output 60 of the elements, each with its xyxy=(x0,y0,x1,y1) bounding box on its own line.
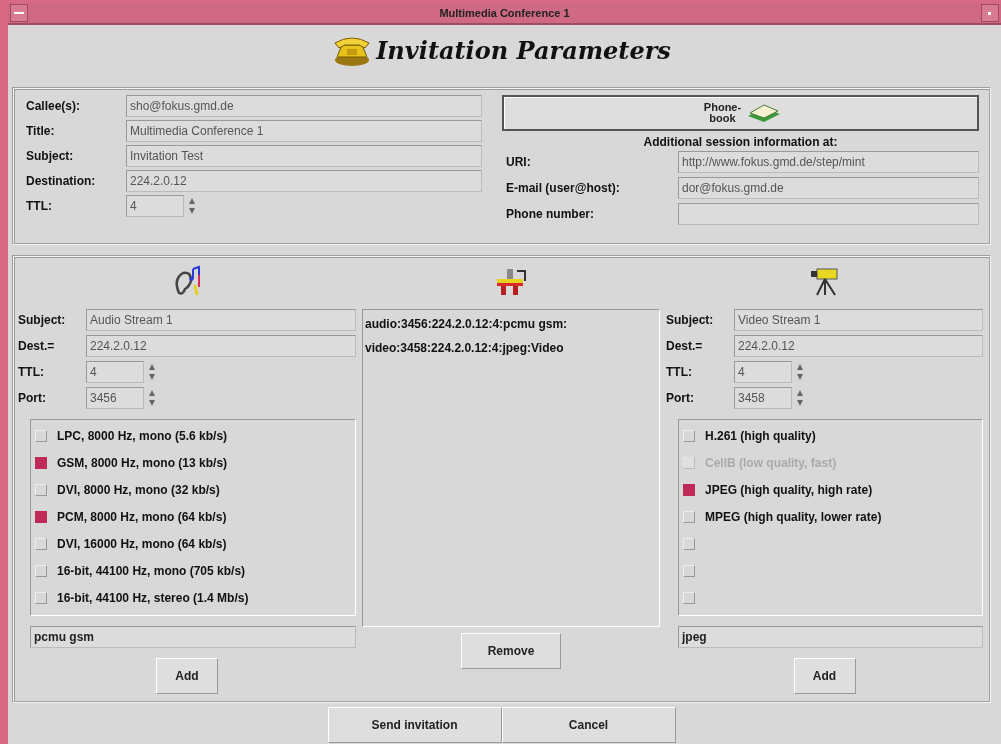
window-title: Multimedia Conference 1 xyxy=(439,7,570,19)
codec-label: PCM, 8000 Hz, mono (64 kb/s) xyxy=(57,509,227,524)
codec-label: GSM, 8000 Hz, mono (13 kb/s) xyxy=(57,455,228,470)
input-field[interactable]: 4 xyxy=(126,195,184,217)
input-field[interactable]: Multimedia Conference 1 xyxy=(126,120,482,142)
input-field[interactable]: Video Stream 1 xyxy=(734,309,983,331)
field-label: E-mail (user@host): xyxy=(506,181,621,195)
field-label: Subject: xyxy=(18,313,67,327)
field-label: Port: xyxy=(18,391,47,405)
checkbox[interactable] xyxy=(35,456,47,469)
input-field[interactable]: 3456 xyxy=(86,387,144,409)
input-field[interactable]: 224.2.0.12 xyxy=(86,335,356,357)
format-field[interactable]: jpeg xyxy=(678,626,983,648)
field-label: TTL: xyxy=(666,365,693,379)
format-field[interactable]: pcmu gsm xyxy=(30,626,356,648)
section-heading: Additional session information at: xyxy=(642,135,839,149)
field-label: Subject: xyxy=(666,313,715,327)
dialog-button[interactable]: Send invitation xyxy=(327,707,502,743)
input-field[interactable]: 3458 xyxy=(734,387,792,409)
input-field[interactable]: Audio Stream 1 xyxy=(86,309,356,331)
dialog-button[interactable]: Cancel xyxy=(501,707,676,743)
field-label: Callee(s): xyxy=(26,99,82,113)
field-label: URI: xyxy=(506,155,532,169)
codec-label: DVI, 16000 Hz, mono (64 kb/s) xyxy=(57,536,227,551)
dialog-heading: Invitation Parameters xyxy=(376,35,671,65)
field-label: TTL: xyxy=(26,199,53,213)
list-item[interactable]: audio:3456:224.2.0.12:4:pcmu gsm: xyxy=(365,312,657,336)
input-field[interactable]: dor@fokus.gmd.de xyxy=(678,177,979,199)
codec-label: DVI, 8000 Hz, mono (32 kb/s) xyxy=(57,482,220,497)
field-label: Phone number: xyxy=(506,207,595,221)
input-field[interactable]: 4 xyxy=(86,361,144,383)
field-label: Dest.= xyxy=(18,339,56,353)
minimize-button[interactable] xyxy=(981,4,999,22)
input-field[interactable] xyxy=(678,203,979,225)
field-label: Subject: xyxy=(26,149,75,163)
checkbox[interactable] xyxy=(683,483,695,496)
field-label: Port: xyxy=(666,391,695,405)
input-field[interactable]: 224.2.0.12 xyxy=(734,335,983,357)
codec-label: H.261 (high quality) xyxy=(705,428,816,443)
input-field[interactable]: sho@fokus.gmd.de xyxy=(126,95,482,117)
input-field[interactable]: http://www.fokus.gmd.de/step/mint xyxy=(678,151,979,173)
remove-button[interactable]: Remove xyxy=(461,633,561,669)
add-button[interactable]: Add xyxy=(793,658,856,694)
field-label: TTL: xyxy=(18,365,45,379)
codec-label: MPEG (high quality, lower rate) xyxy=(705,509,882,524)
list-item[interactable]: video:3458:224.2.0.12:4:jpeg:Video xyxy=(365,336,657,360)
codec-label: 16-bit, 44100 Hz, stereo (1.4 Mb/s) xyxy=(57,590,249,605)
field-label: Dest.= xyxy=(666,339,704,353)
window-menu-button[interactable] xyxy=(10,4,28,22)
codec-label: 16-bit, 44100 Hz, mono (705 kb/s) xyxy=(57,563,246,578)
field-label: Destination: xyxy=(26,174,97,188)
input-field[interactable]: 4 xyxy=(734,361,792,383)
field-label: Title: xyxy=(26,124,56,138)
add-button[interactable]: Add xyxy=(156,658,218,694)
codec-label: LPC, 8000 Hz, mono (5.6 kb/s) xyxy=(57,428,228,443)
input-field[interactable]: Invitation Test xyxy=(126,145,482,167)
input-field[interactable]: 224.2.0.12 xyxy=(126,170,482,192)
checkbox[interactable] xyxy=(35,510,47,523)
codec-label: JPEG (high quality, high rate) xyxy=(705,482,873,497)
phone-book-button[interactable]: Phone-book xyxy=(502,95,979,131)
